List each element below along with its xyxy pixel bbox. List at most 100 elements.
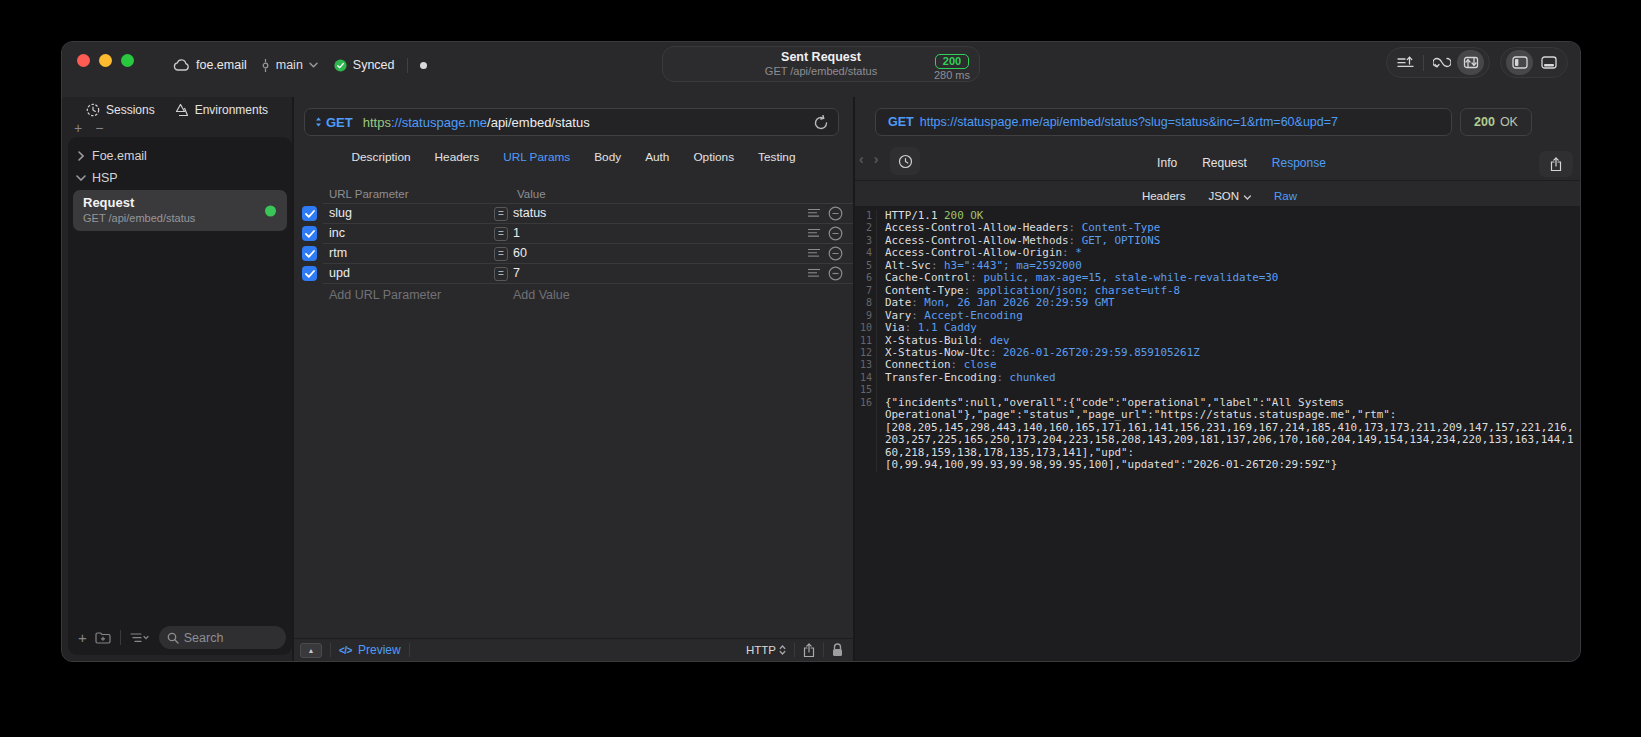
equals-icon: = (494, 227, 508, 241)
tab-sessions[interactable]: Sessions (86, 103, 155, 117)
tab-response[interactable]: Response (1272, 156, 1326, 170)
equals-icon: = (494, 247, 508, 261)
param-value[interactable]: status (513, 206, 546, 220)
method-select[interactable]: GET (326, 115, 353, 130)
tab-request[interactable]: Request (1202, 156, 1247, 170)
param-name[interactable]: rtm (329, 246, 347, 260)
param-enabled-checkbox[interactable] (302, 266, 317, 281)
sidebar: Sessions Environments + − (62, 97, 292, 661)
project-name[interactable]: foe.email (196, 58, 247, 72)
resend-request-icon[interactable] (814, 115, 828, 130)
titlebar: foe.email main Synced Sent Request GET /… (62, 42, 1580, 97)
minimize-window-button[interactable] (99, 54, 112, 67)
tab-description[interactable]: Description (352, 150, 411, 164)
param-text-options-icon[interactable] (808, 268, 820, 278)
param-enabled-checkbox[interactable] (302, 226, 317, 241)
remove-param-button[interactable] (828, 266, 843, 281)
param-text-options-icon[interactable] (808, 248, 820, 258)
status-code-badge: 200 (935, 54, 969, 69)
subtab-raw[interactable]: Raw (1274, 190, 1297, 202)
request-response-toggle-button[interactable] (1457, 50, 1484, 75)
remove-param-button[interactable] (828, 246, 843, 261)
param-enabled-checkbox[interactable] (302, 206, 317, 221)
tab-auth[interactable]: Auth (645, 150, 669, 164)
history-button[interactable] (890, 147, 920, 175)
tab-testing[interactable]: Testing (758, 150, 795, 164)
param-name[interactable]: inc (329, 226, 345, 240)
param-value[interactable]: 7 (513, 266, 520, 280)
tree-item-foe-email[interactable]: Foe.email (68, 145, 292, 167)
titlebar-divider (407, 58, 408, 73)
request-item-title: Request (83, 195, 277, 211)
add-param-row[interactable]: Add URL Parameter Add Value (294, 284, 853, 304)
subtab-headers[interactable]: Headers (1142, 190, 1185, 202)
request-status-pill[interactable]: Sent Request GET /api/embed/status 200 2… (662, 46, 980, 82)
history-back-button[interactable]: ‹ (859, 151, 864, 167)
param-value[interactable]: 60 (513, 246, 527, 260)
tab-options[interactable]: Options (693, 150, 734, 164)
import-export-button[interactable] (1392, 50, 1419, 75)
equals-icon: = (494, 267, 508, 281)
request-url-input[interactable]: https://statuspage.me/api/embed/status (363, 115, 590, 130)
chevron-down-icon (76, 175, 86, 181)
sync-branch-button[interactable] (1428, 50, 1455, 75)
subtab-json[interactable]: JSON (1208, 190, 1251, 202)
sort-options-button[interactable] (130, 632, 150, 644)
column-header-url-parameter: URL Parameter (329, 188, 408, 200)
tab-info[interactable]: Info (1157, 156, 1177, 170)
preview-label: Preview (358, 643, 401, 657)
tab-environments[interactable]: Environments (175, 103, 268, 117)
equals-icon: = (494, 207, 508, 221)
add-url-parameter-placeholder[interactable]: Add URL Parameter (329, 288, 441, 302)
export-response-button[interactable] (1539, 151, 1573, 177)
close-window-button[interactable] (77, 54, 90, 67)
tab-headers[interactable]: Headers (435, 150, 480, 164)
remove-param-button[interactable] (828, 206, 843, 221)
request-list-item-selected[interactable]: Request GET /api/embed/status (73, 190, 287, 231)
collapse-panel-button[interactable]: ▲ (300, 643, 322, 658)
preview-button[interactable]: </> Preview (339, 643, 401, 657)
zoom-window-button[interactable] (121, 54, 134, 67)
add-value-placeholder[interactable]: Add Value (513, 288, 570, 302)
search-input[interactable]: Search (159, 626, 286, 649)
toggle-bottom-panel-button[interactable] (1535, 50, 1562, 75)
request-status-dot (265, 205, 276, 216)
param-text-options-icon[interactable] (808, 208, 820, 218)
param-row-upd: upd = 7 (294, 264, 853, 284)
search-placeholder: Search (184, 631, 224, 645)
share-icon[interactable] (803, 643, 815, 658)
column-header-value: Value (517, 188, 546, 200)
remove-session-button[interactable]: − (95, 123, 103, 136)
response-status-code: 200 (1474, 115, 1495, 129)
tab-body[interactable]: Body (594, 150, 621, 164)
toolbar-divider (1423, 55, 1424, 71)
tree-item-label: HSP (92, 171, 118, 185)
protocol-select[interactable]: HTTP (746, 644, 786, 656)
request-editor-pane: GET https://statuspage.me/api/embed/stat… (292, 97, 853, 661)
toggle-sidebar-button[interactable] (1506, 50, 1533, 75)
add-request-button[interactable]: + (78, 631, 87, 645)
param-enabled-checkbox[interactable] (302, 246, 317, 261)
toolbar-group-right (1500, 47, 1568, 78)
param-text-options-icon[interactable] (808, 228, 820, 238)
request-url-bar[interactable]: GET https://statuspage.me/api/embed/stat… (304, 108, 839, 136)
url-params-table: URL Parameter Value slug = status inc = 1 rtm =… (294, 185, 853, 304)
add-session-button[interactable]: + (74, 123, 82, 136)
param-value[interactable]: 1 (513, 226, 520, 240)
param-name[interactable]: slug (329, 206, 352, 220)
new-folder-icon[interactable] (95, 631, 111, 644)
tab-url-params[interactable]: URL Params (503, 150, 570, 164)
param-name[interactable]: upd (329, 266, 350, 280)
request-duration: 280 ms (934, 69, 970, 82)
remove-param-button[interactable] (828, 226, 843, 241)
branch-name[interactable]: main (276, 58, 303, 72)
search-icon (167, 632, 179, 644)
history-forward-button[interactable]: › (874, 151, 879, 167)
bottom-bar-divider (120, 630, 121, 645)
sent-request-url[interactable]: GEThttps://statuspage.me/api/embed/statu… (875, 108, 1452, 136)
response-body[interactable]: 1HTTP/1.1 200 OK2Access-Control-Allow-He… (855, 206, 1580, 661)
chevron-down-icon[interactable] (309, 62, 318, 68)
request-item-subtitle: GET /api/embed/status (83, 212, 277, 225)
tree-item-hsp[interactable]: HSP (68, 167, 292, 189)
sync-status: Synced (353, 58, 395, 72)
